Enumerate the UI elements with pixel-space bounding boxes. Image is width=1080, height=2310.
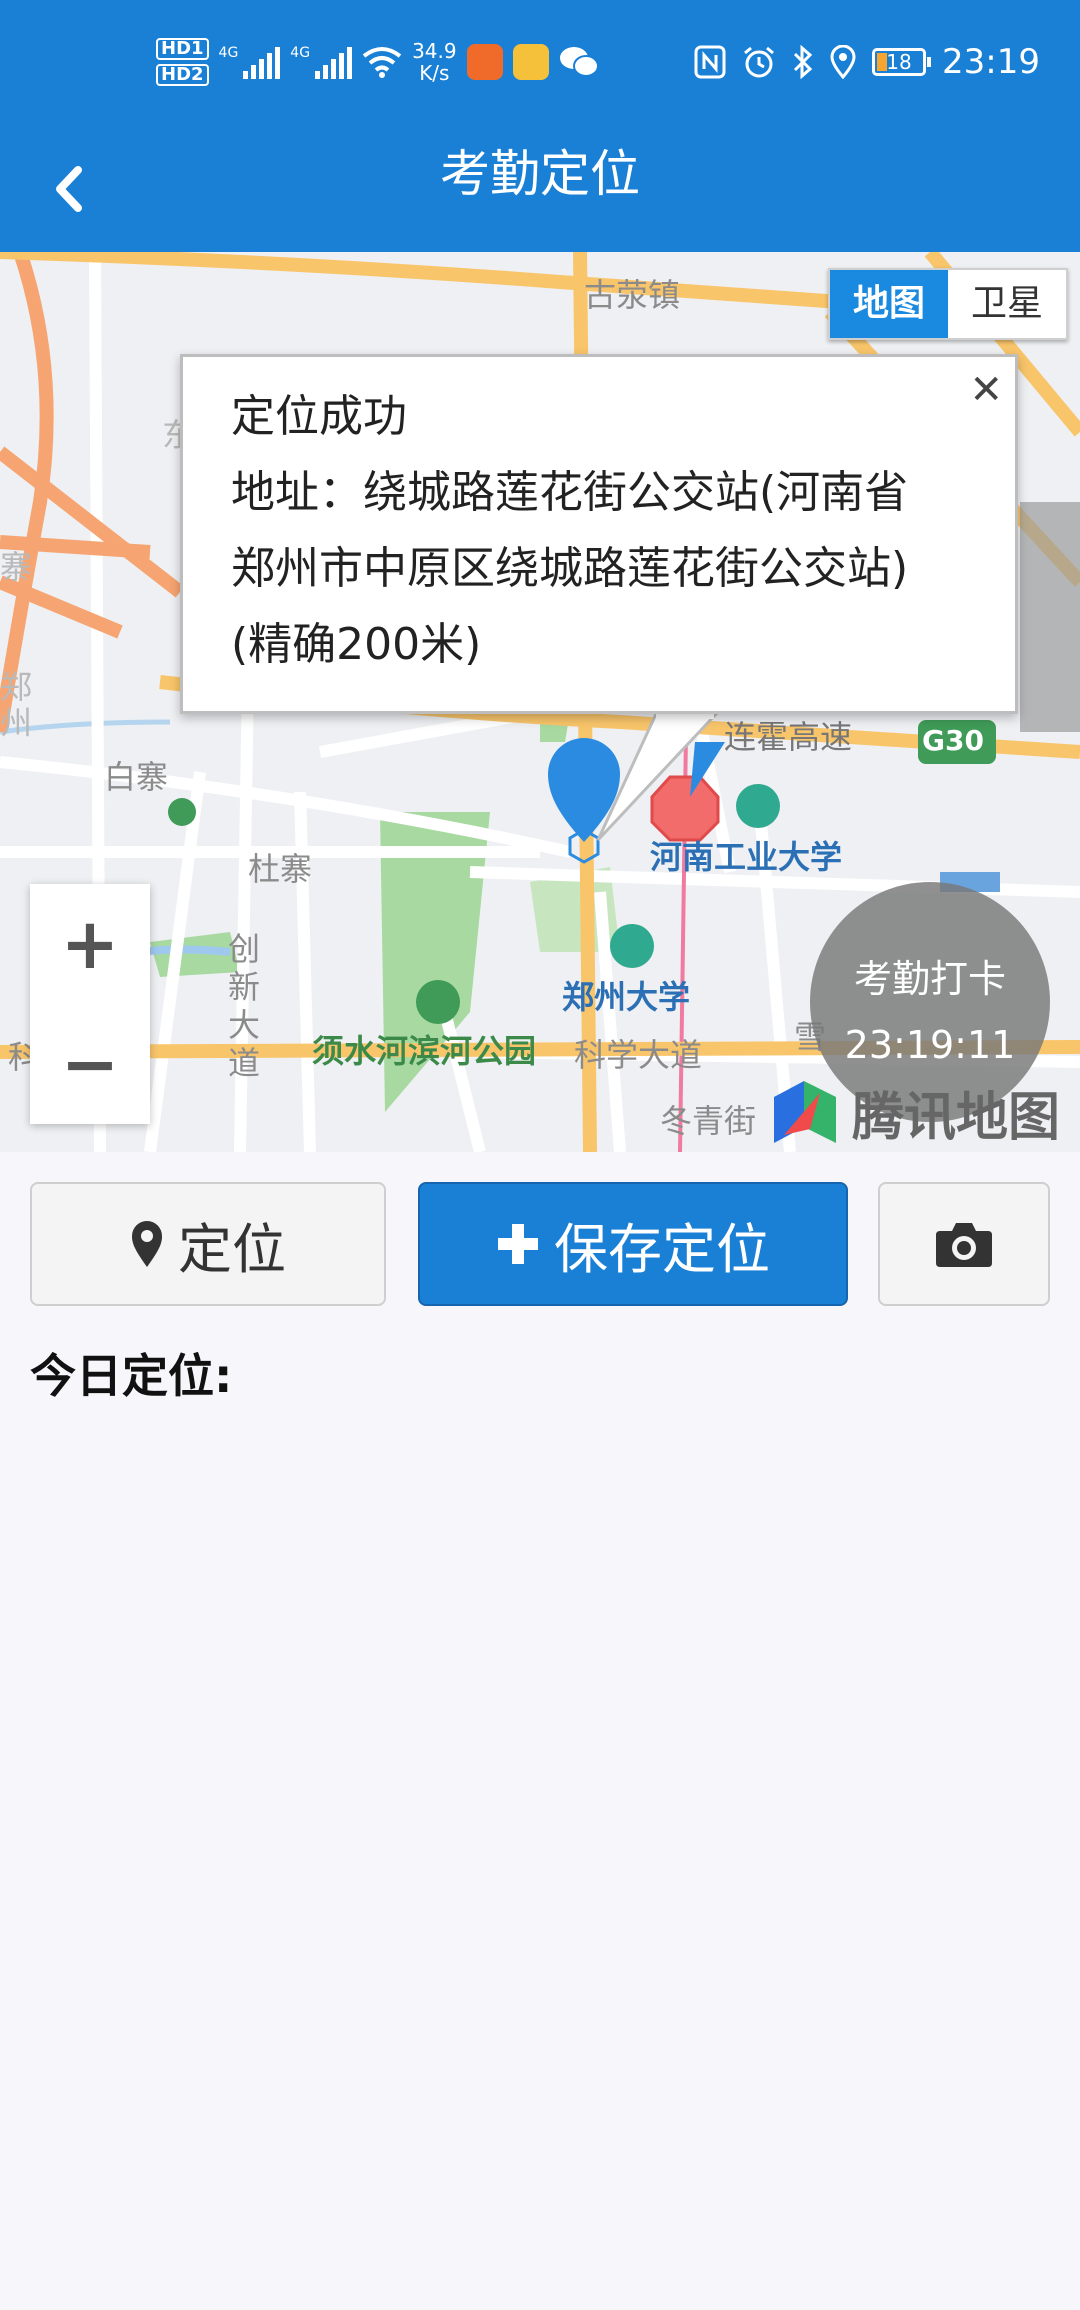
status-right: 18 23:19 [694,30,1040,94]
map-label-lianhuo: 连霍高速 [724,718,853,756]
net2-label: 4G [290,45,311,61]
net1-label: 4G [218,45,239,61]
zoom-in-button[interactable]: + [30,884,150,1004]
map-label-zhai: 寨 [0,548,33,586]
map-brand-name: 腾讯地图 [852,1087,1061,1148]
hd-indicators: HD1 HD2 [156,38,209,86]
map-label-xushui: 须水河滨河公园 [312,1032,537,1070]
map-label-zhou: 州 [0,704,33,742]
checkin-time: 23:19:11 [844,1023,1016,1067]
nfc-icon [694,45,726,79]
tencent-map-logo-icon [774,1081,836,1143]
save-location-label: 保存定位 [554,1217,770,1281]
map-view[interactable]: 古荥镇 白寨 杜寨 创新大道 河南工业大学 郑州大学 须水河滨河公园 科学大道 … [0,252,1080,1152]
map-label-duzhai: 杜寨 [248,850,313,888]
map-label-kexue: 科学大道 [574,1036,703,1074]
popup-tail [596,712,720,842]
map-label-baizhai: 白寨 [104,758,169,796]
plus-icon [498,1224,538,1264]
popup-title: 定位成功 [231,391,407,442]
map-type-toggle: 地图 卫星 [828,268,1068,340]
status-left: HD1 HD2 4G 4G 34.9 K/s [156,30,599,94]
popup-address-line2: 郑州市中原区绕城路莲花街公交站) [231,543,909,594]
status-bar: HD1 HD2 4G 4G 34.9 K/s 18 23:19 [0,0,1080,124]
map-label-chuangxin: 创新大道 [228,930,261,1082]
zoom-control: + − [30,884,150,1124]
mail-icon [512,44,549,80]
camera-icon [936,1223,992,1267]
app-notification-icon [466,44,503,80]
camera-button[interactable] [878,1182,1050,1306]
clock-time: 23:19 [942,42,1040,82]
net-speed-value: 34.9 [412,39,457,63]
checkin-label: 考勤打卡 [853,957,1006,1001]
hd1-badge: HD1 [156,38,209,60]
hd2-badge: HD2 [156,64,209,86]
close-icon[interactable]: ✕ [969,367,1003,413]
map-marker-icon [132,1221,162,1267]
map-type-satellite-button[interactable]: 卫星 [948,270,1066,338]
net-speed: 34.9 K/s [412,40,457,84]
page-title: 考勤定位 [440,145,640,203]
net-speed-unit: K/s [419,61,450,85]
zoom-out-button[interactable]: − [30,1004,150,1124]
popup-address-line1: 地址：绕城路莲花街公交站(河南省 [231,467,909,518]
location-info-popup: ✕ 定位成功 地址：绕城路莲花街公交站(河南省 郑州市中原区绕城路莲花街公交站)… [180,354,1018,714]
wechat-icon [559,47,599,77]
map-type-map-button[interactable]: 地图 [830,270,948,338]
map-label-gurong: 古荥镇 [584,276,681,314]
alarm-icon [744,46,774,78]
locate-button-label: 定位 [178,1217,286,1281]
battery-icon: 18 [872,48,932,76]
map-label-dongqing: 冬青街 [660,1102,757,1140]
signal-1-icon: 4G [219,45,281,79]
save-location-button[interactable]: 保存定位 [418,1182,848,1306]
bluetooth-icon [793,45,813,79]
map-label-zzdx: 郑州大学 [562,978,691,1016]
map-label-g30: G30 [922,724,984,757]
popup-accuracy: (精确200米) [231,619,482,670]
battery-level: 18 [886,50,912,74]
map-brand-logo: 腾讯地图 [770,1072,1060,1152]
locate-button[interactable]: 定位 [30,1182,386,1306]
wifi-icon [362,47,402,78]
title-bar: 考勤定位 [0,124,1080,252]
signal-2-icon: 4G [290,45,353,79]
location-icon [830,45,856,79]
today-locations-heading: 今日定位: [30,1349,233,1403]
